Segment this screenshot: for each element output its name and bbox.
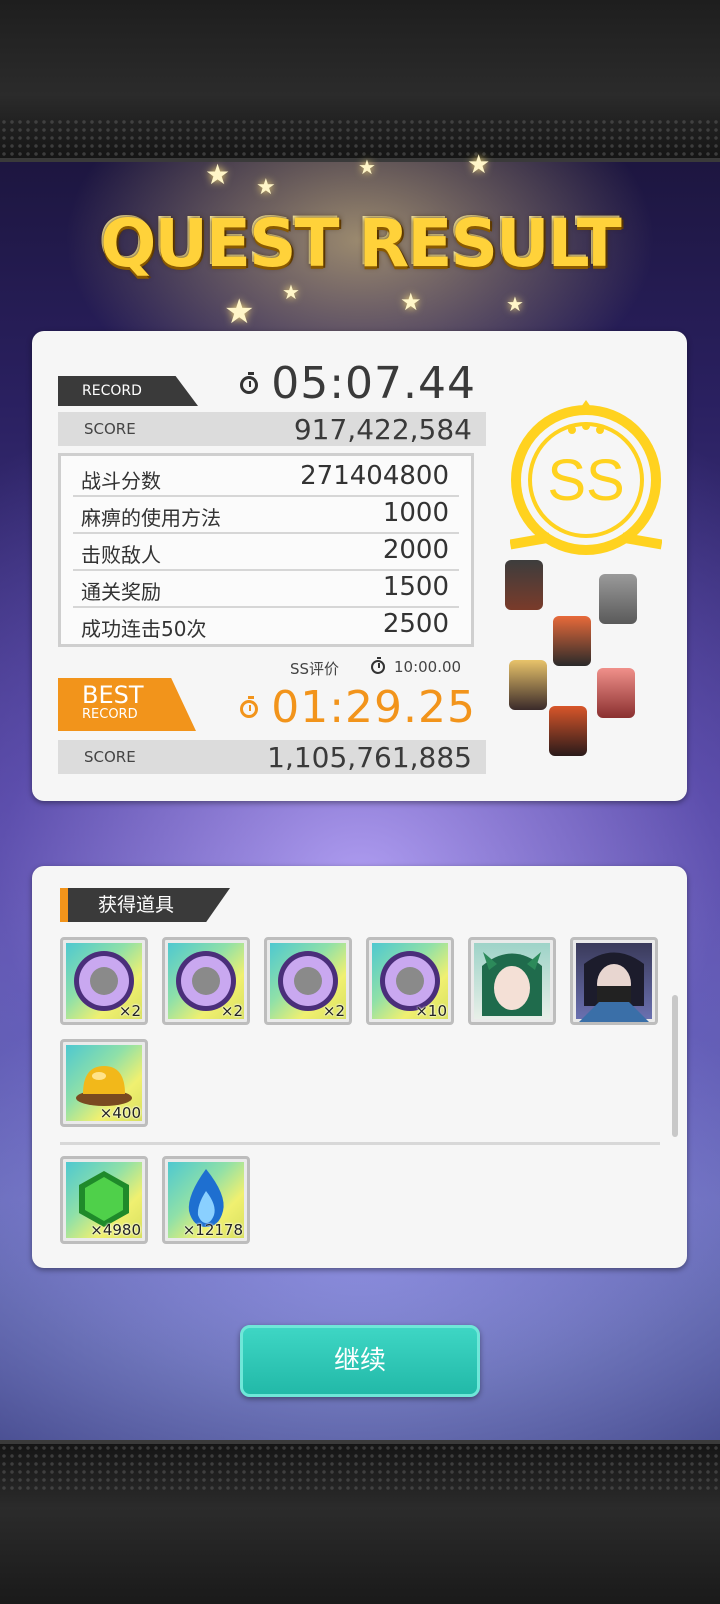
star-icon: ★ bbox=[467, 150, 491, 180]
ss-condition-time: 10:00.00 bbox=[394, 658, 462, 676]
breakdown-label: 战斗分数 bbox=[81, 469, 161, 493]
best-score-value: 1,105,761,885 bbox=[267, 741, 472, 774]
currency-item[interactable]: ×12178 bbox=[162, 1156, 250, 1244]
quest-result-title: QUEST RESULT bbox=[100, 205, 622, 282]
party-sprites bbox=[505, 560, 665, 775]
best-time: 01:29.25 bbox=[271, 682, 476, 733]
breakdown-label: 通关奖励 bbox=[81, 580, 161, 604]
best-tag-line2: RECORD bbox=[82, 707, 138, 722]
timer-icon bbox=[371, 657, 385, 674]
breakdown-value: 1000 bbox=[382, 498, 449, 528]
breakdown-row: 通关奖励 1500 bbox=[73, 569, 459, 608]
character-sprite bbox=[599, 574, 637, 624]
reward-item[interactable] bbox=[468, 937, 556, 1025]
star-icon: ★ bbox=[400, 288, 422, 316]
record-time: 05:07.44 bbox=[271, 358, 476, 409]
reward-item[interactable]: ×2 bbox=[60, 937, 148, 1025]
item-quantity: ×400 bbox=[99, 1104, 141, 1122]
item-quantity: ×12178 bbox=[182, 1221, 243, 1239]
star-icon: ★ bbox=[224, 292, 255, 332]
green-hair-character-portrait bbox=[482, 952, 542, 1016]
item-quantity: ×10 bbox=[415, 1002, 447, 1020]
breakdown-row: 麻痹的使用方法 1000 bbox=[73, 495, 459, 534]
reward-item[interactable] bbox=[570, 937, 658, 1025]
star-icon: ★ bbox=[358, 155, 376, 179]
continue-button[interactable]: 继续 bbox=[240, 1325, 480, 1397]
star-icon: ★ bbox=[506, 292, 524, 316]
reward-item[interactable]: ×2 bbox=[264, 937, 352, 1025]
breakdown-label: 麻痹的使用方法 bbox=[81, 506, 221, 530]
masked-character-portrait bbox=[579, 952, 649, 1022]
score-breakdown: 战斗分数 271404800 麻痹的使用方法 1000 击败敌人 2000 通关… bbox=[58, 453, 474, 647]
currency-item[interactable]: ×4980 bbox=[60, 1156, 148, 1244]
breakdown-row: 成功连击50次 2500 bbox=[73, 606, 459, 643]
best-score-row: SCORE 1,105,761,885 bbox=[58, 740, 486, 774]
item-quantity: ×2 bbox=[322, 1002, 345, 1020]
star-icon: ★ bbox=[205, 158, 231, 191]
breakdown-value: 271404800 bbox=[300, 461, 449, 491]
items-section-title: 获得道具 bbox=[60, 888, 230, 922]
item-quantity: ×2 bbox=[220, 1002, 243, 1020]
reward-item[interactable]: ×10 bbox=[366, 937, 454, 1025]
character-sprite bbox=[505, 560, 543, 610]
reward-item[interactable]: ×400 bbox=[60, 1039, 148, 1127]
bottom-frame bbox=[0, 1440, 720, 1604]
record-tag: RECORD bbox=[58, 376, 198, 406]
rank-badge: SS bbox=[509, 400, 663, 562]
record-score-row: SCORE 917,422,584 bbox=[58, 412, 486, 446]
ss-condition-label: SS评价 bbox=[290, 660, 340, 678]
breakdown-value: 2500 bbox=[382, 609, 449, 639]
item-quantity: ×4980 bbox=[90, 1221, 141, 1239]
items-divider bbox=[60, 1142, 660, 1145]
record-score-value: 917,422,584 bbox=[293, 413, 472, 446]
timer-icon bbox=[240, 696, 258, 718]
star-icon: ★ bbox=[256, 175, 276, 200]
top-frame bbox=[0, 0, 720, 162]
breakdown-row: 战斗分数 271404800 bbox=[73, 458, 459, 497]
star-icon: ★ bbox=[282, 280, 300, 304]
character-sprite bbox=[553, 616, 591, 666]
breakdown-label: 击败敌人 bbox=[81, 543, 161, 567]
breakdown-value: 1500 bbox=[382, 572, 449, 602]
item-quantity: ×2 bbox=[118, 1002, 141, 1020]
breakdown-value: 2000 bbox=[382, 535, 449, 565]
reward-item[interactable]: ×2 bbox=[162, 937, 250, 1025]
items-scrollbar[interactable] bbox=[672, 995, 678, 1137]
character-sprite bbox=[597, 668, 635, 718]
breakdown-row: 击败敌人 2000 bbox=[73, 532, 459, 571]
score-label: SCORE bbox=[84, 748, 136, 766]
breakdown-label: 成功连击50次 bbox=[81, 617, 207, 641]
rank-text: SS bbox=[547, 448, 624, 513]
character-sprite bbox=[509, 660, 547, 710]
character-sprite bbox=[549, 706, 587, 756]
score-label: SCORE bbox=[84, 420, 136, 438]
